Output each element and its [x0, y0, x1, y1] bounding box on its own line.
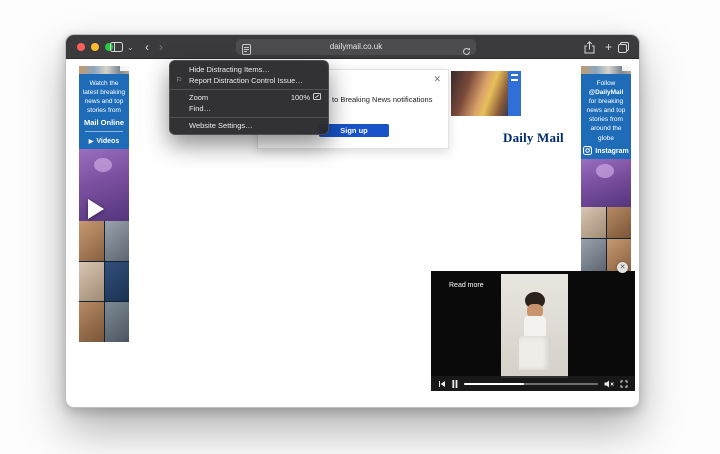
menu-item-find[interactable]: Find…	[170, 103, 328, 114]
instagram-label: Instagram	[595, 148, 628, 155]
menu-item-hide-distracting-items[interactable]: Hide Distracting Items…	[170, 64, 328, 75]
browser-toolbar: ⌄ ‹ › dailymail.co.uk +	[66, 35, 639, 59]
zoom-level-value: 100%	[291, 93, 310, 102]
read-more-link[interactable]: Read more	[449, 282, 484, 289]
video-player: Read more	[431, 271, 635, 391]
url-text: dailymail.co.uk	[236, 39, 476, 55]
page-settings-menu: Hide Distracting Items… ⚐ Report Distrac…	[169, 60, 329, 135]
play-icon: ▶	[89, 139, 94, 145]
instagram-icon	[583, 146, 592, 157]
menu-separator	[170, 117, 328, 118]
ad-image-strip	[79, 66, 129, 74]
video-frame[interactable]	[501, 274, 568, 378]
fullscreen-icon[interactable]	[620, 375, 628, 393]
ad-marker	[120, 66, 129, 71]
desktop: ⌄ ‹ › dailymail.co.uk +	[0, 0, 720, 454]
tabs-overview-icon[interactable]	[618, 35, 629, 59]
mute-icon[interactable]	[604, 375, 614, 393]
queen-photo	[581, 159, 631, 207]
instagram-link[interactable]: Instagram	[581, 145, 631, 159]
photo-collage	[79, 221, 129, 342]
right-sidebar-ad[interactable]: Follow @DailyMail for breaking news and …	[581, 66, 631, 271]
minimize-window-button[interactable]	[91, 43, 99, 51]
ad-image-strip	[581, 66, 631, 74]
menu-item-zoom[interactable]: Zoom 100%	[170, 92, 328, 103]
progress-bar[interactable]	[464, 383, 598, 385]
pause-icon[interactable]	[452, 375, 458, 393]
page-content: Watch the latest breaking news and top s…	[66, 59, 639, 408]
notification-message: to Breaking News notifications	[332, 95, 432, 104]
videos-link[interactable]: ▶ Videos	[79, 138, 129, 145]
right-ad-text-rest: for breaking news and top stories from a…	[587, 98, 626, 141]
right-ad-intro: Follow	[597, 80, 616, 87]
ad-divider	[85, 131, 123, 132]
big-play-icon[interactable]	[88, 199, 104, 219]
close-window-button[interactable]	[77, 43, 85, 51]
zoom-controls-icon[interactable]	[313, 93, 321, 102]
back-icon[interactable]: ‹	[145, 35, 149, 59]
video-controls	[431, 376, 635, 391]
sign-up-button[interactable]: Sign up	[319, 124, 389, 137]
close-icon[interactable]: ✕	[433, 74, 441, 85]
browser-window: ⌄ ‹ › dailymail.co.uk +	[65, 34, 640, 408]
window-controls	[77, 43, 113, 51]
chevron-down-icon[interactable]: ⌄	[127, 35, 134, 59]
queen-photo	[79, 149, 129, 221]
videos-label: Videos	[96, 138, 119, 145]
progress-fill	[464, 383, 524, 385]
dailymail-handle: @DailyMail	[589, 89, 624, 96]
menu-separator	[170, 89, 328, 90]
new-tab-icon[interactable]: +	[605, 35, 612, 59]
forward-icon[interactable]: ›	[159, 35, 163, 59]
ad-marker	[622, 66, 631, 71]
left-sidebar-ad[interactable]: Watch the latest breaking news and top s…	[79, 66, 129, 342]
share-icon[interactable]	[584, 35, 595, 59]
left-ad-text: Watch the latest breaking news and top s…	[79, 74, 129, 117]
skip-back-icon[interactable]	[438, 375, 446, 393]
right-ad-text: Follow @DailyMail for breaking news and …	[581, 74, 631, 145]
mail-online-logo: Mail Online	[79, 118, 129, 127]
menu-item-report-issue[interactable]: ⚐ Report Distraction Control Issue…	[170, 75, 328, 86]
article-thumbnail[interactable]	[451, 71, 521, 116]
dailymail-masthead-logo[interactable]: Daily Mail	[503, 130, 564, 146]
report-flag-icon: ⚐	[176, 75, 182, 86]
address-bar[interactable]: dailymail.co.uk	[236, 39, 476, 55]
sidebar-icon[interactable]	[110, 35, 123, 59]
menu-item-website-settings[interactable]: Website Settings…	[170, 120, 328, 131]
video-close-icon[interactable]: ✕	[617, 262, 628, 273]
thumbnail-overlay-graphic	[508, 71, 521, 116]
